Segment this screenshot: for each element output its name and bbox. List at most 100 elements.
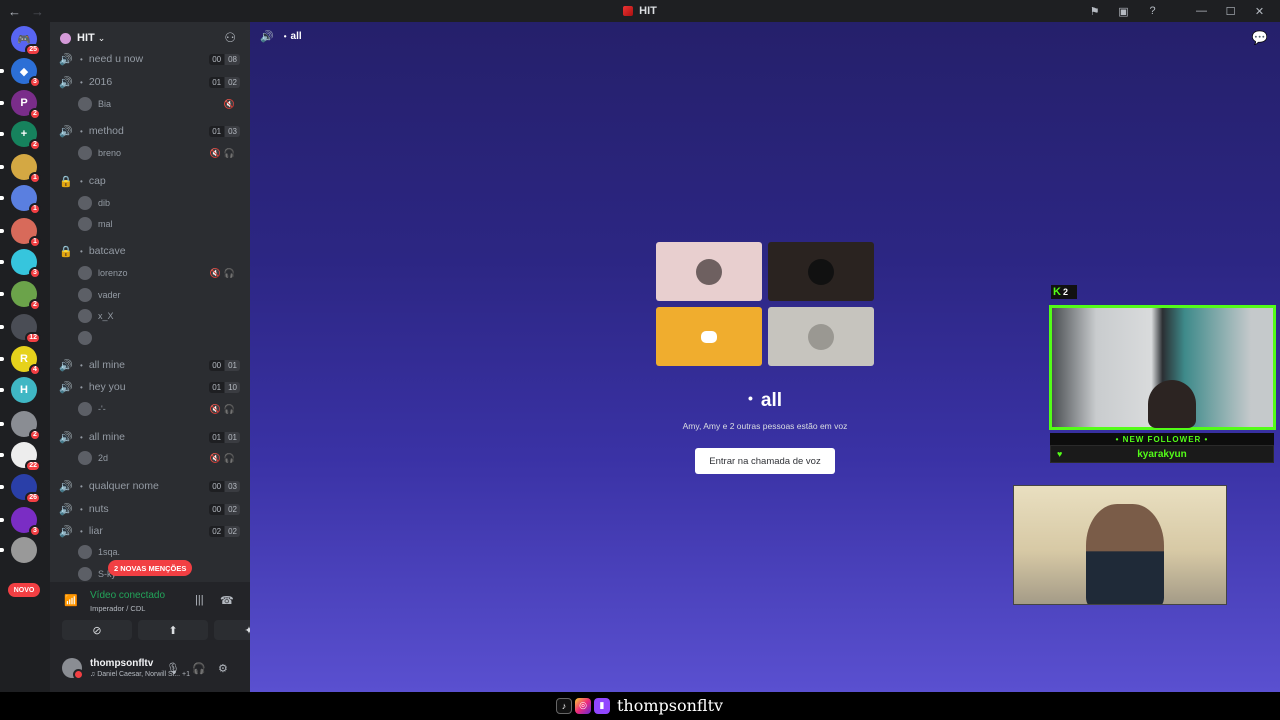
server-mario-icon[interactable]: 26	[11, 474, 41, 504]
server-purple-icon[interactable]: 3	[11, 507, 41, 537]
mention-badge: 1	[29, 236, 41, 248]
username[interactable]: thompsonfltv	[90, 658, 153, 669]
user-limit: 03	[225, 480, 240, 492]
forward-arrow-icon[interactable]: →	[31, 4, 44, 19]
voice-user-item[interactable]: breno 🔇🎧	[50, 144, 250, 162]
server-cyan-icon[interactable]: 3	[11, 249, 41, 279]
screen-icon[interactable]: ▣	[1109, 0, 1138, 22]
server-anime-1-icon[interactable]: 1	[11, 154, 41, 184]
participant-tile-1[interactable]	[656, 242, 762, 301]
voice-user-item[interactable]: mal	[50, 215, 250, 233]
voice-channel-item[interactable]: 🔊 nuts 0002	[50, 499, 250, 519]
voice-channel-item[interactable]: 🔒 batcave	[50, 241, 250, 261]
server-turtle-icon[interactable]: 2	[11, 281, 41, 311]
twitch-icon: ▮	[594, 697, 610, 714]
voice-channel-item[interactable]: 🔒 cap	[50, 171, 250, 191]
new-servers-badge[interactable]: NOVO	[8, 583, 40, 597]
dm-home-icon[interactable]: 🎮 25	[11, 26, 41, 56]
server-p-icon[interactable]: P2	[11, 90, 41, 120]
mention-badge: 4	[29, 364, 41, 376]
participant-tile-4[interactable]	[768, 307, 874, 366]
avatar	[78, 97, 92, 111]
voice-channel-item[interactable]: 🔊 hey you 0110	[50, 377, 250, 397]
user-limit: 08	[225, 53, 240, 65]
stream-footer: ♪ ◎ ▮ thompsonfltv	[0, 692, 1280, 720]
maximize-icon[interactable]: ☐	[1216, 0, 1245, 22]
server-yellow-r-icon[interactable]: R4	[11, 346, 41, 376]
avatar	[78, 196, 92, 210]
unread-pill	[0, 229, 4, 233]
voice-channel-item[interactable]: 🔊 need u now 0008	[50, 49, 250, 69]
microphone-icon[interactable]: 🎙	[166, 662, 180, 675]
server-historia-icon[interactable]: H	[11, 377, 37, 403]
user-count: 01	[209, 125, 225, 137]
user-limit-counter: 01 03	[209, 125, 240, 137]
participant-tile-2[interactable]	[768, 242, 874, 301]
unread-pill	[0, 165, 4, 169]
user-limit-counter: 00 01	[209, 359, 240, 371]
titlebar-actions: ⚑ ▣ ? — ☐ ✕	[1080, 0, 1274, 22]
server-anime-2-icon[interactable]: 1	[11, 185, 41, 215]
server-car-icon[interactable]: 12	[11, 314, 41, 344]
voice-user-item[interactable]	[50, 329, 250, 347]
server-plus-icon[interactable]: +2	[11, 121, 41, 151]
avatar[interactable]	[62, 658, 84, 680]
voice-user-item[interactable]: Bia 🔇	[50, 95, 250, 113]
headphones-icon[interactable]: 🎧	[192, 662, 206, 675]
screen-share-button[interactable]: ⬆	[138, 620, 208, 640]
voice-user-item[interactable]: -'- 🔇🎧	[50, 400, 250, 418]
voice-channel-item[interactable]: 🔊 method 0103	[50, 121, 250, 141]
help-icon[interactable]: ?	[1138, 0, 1167, 22]
server-skull-icon[interactable]: 22	[11, 442, 41, 472]
voice-channel-item[interactable]: 🔊 all mine 0101	[50, 427, 250, 447]
server-novo-icon[interactable]	[11, 537, 37, 563]
unread-pill	[0, 101, 4, 105]
minimize-icon[interactable]: —	[1187, 0, 1216, 22]
new-mentions-pill[interactable]: 2 NOVAS MENÇÕES	[108, 560, 193, 576]
server-glyph: R	[20, 353, 28, 365]
user-limit: 02	[225, 503, 240, 515]
unread-pill	[0, 453, 4, 457]
server-grey-icon[interactable]: 2	[11, 411, 41, 441]
server-glyph: ◆	[19, 65, 29, 78]
voice-user-item[interactable]: dib	[50, 194, 250, 212]
signal-icon[interactable]: 📶	[64, 594, 78, 607]
voice-status[interactable]: Vídeo conectado	[90, 590, 165, 601]
voice-user-name: Bia	[98, 99, 112, 109]
close-icon[interactable]: ✕	[1245, 0, 1274, 22]
voice-channel-item[interactable]: 🔊 liar 0202	[50, 521, 250, 541]
voice-user-item[interactable]: 2d 🔇🎧	[50, 449, 250, 467]
voice-user-name: lorenzo	[98, 268, 128, 278]
join-voice-button[interactable]: Entrar na chamada de voz	[695, 448, 835, 474]
unread-pill	[0, 260, 4, 264]
voice-user-item[interactable]: 1sqa.	[50, 543, 250, 561]
voice-user-item[interactable]: vader	[50, 286, 250, 304]
participant-tile-3[interactable]	[656, 307, 762, 366]
server-blue-diamond-icon[interactable]: ◆ 3	[11, 58, 41, 88]
settings-gear-icon[interactable]: ⚙	[218, 662, 228, 675]
disconnect-icon[interactable]: ☎	[220, 594, 234, 607]
voice-channel-item[interactable]: 🔊 all mine 0001	[50, 355, 250, 375]
back-arrow-icon[interactable]: ←	[8, 4, 21, 19]
voice-user-item[interactable]: x_X	[50, 307, 250, 325]
voice-channel-item[interactable]: 🔊 qualquer nome 0003	[50, 476, 250, 496]
avatar	[78, 288, 92, 302]
server-rail: NOVO 🎮 25 ◆ 3 P 2 +2 1 1 1 3 2 12 R 4 H 2 22 26 3	[0, 22, 50, 692]
inbox-flag-icon[interactable]: ⚑	[1080, 0, 1109, 22]
voice-channel-item[interactable]: 🔊 2016 0102	[50, 72, 250, 92]
voice-user-item[interactable]: lorenzo 🔇🎧	[50, 264, 250, 282]
invite-user-icon[interactable]: ⚇	[224, 30, 236, 46]
voice-location[interactable]: Imperador / CDL	[90, 604, 145, 613]
channel-name: nuts	[80, 503, 109, 515]
user-limit-counter: 01 02	[209, 76, 240, 88]
server-anime-3-icon[interactable]: 1	[11, 218, 41, 248]
chat-bubble-icon[interactable]: 💬	[1252, 30, 1268, 46]
mention-badge: 2	[29, 299, 41, 311]
channel-name: all mine	[80, 431, 125, 443]
mention-badge: 1	[29, 203, 41, 215]
camera-off-button[interactable]: ⊘	[62, 620, 132, 640]
unread-pill	[0, 357, 4, 361]
voice-user-name: dib	[98, 198, 111, 208]
noise-suppression-icon[interactable]: |||	[195, 594, 204, 606]
user-count: 01	[209, 76, 225, 88]
